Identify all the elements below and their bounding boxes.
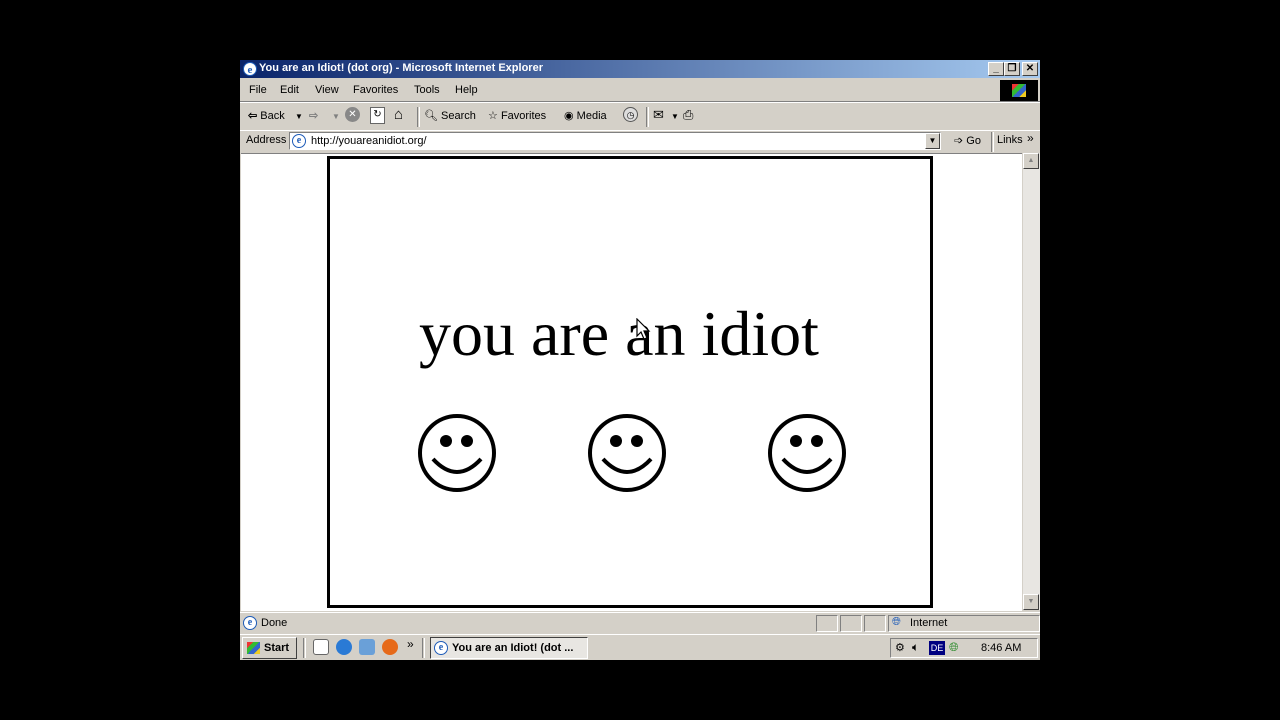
home-icon[interactable]: ⌂ — [394, 106, 403, 123]
toolbar-separator — [646, 107, 649, 127]
smiley-face-icon — [418, 414, 496, 492]
status-panel — [864, 615, 886, 632]
volume-icon[interactable]: 🔈︎ — [912, 640, 919, 655]
zone-text: Internet — [910, 617, 948, 629]
quicklaunch-chevron-icon[interactable]: » — [407, 637, 414, 651]
history-icon[interactable]: ◷ — [623, 107, 638, 122]
status-bar: e Done 🌐︎ Internet — [240, 612, 1040, 633]
go-label: Go — [966, 135, 981, 147]
menu-edit[interactable]: Edit — [280, 84, 299, 96]
menu-tools[interactable]: Tools — [414, 84, 440, 96]
status-panel — [840, 615, 862, 632]
mail-dropdown-icon[interactable]: ▼ — [671, 112, 679, 121]
restore-button[interactable]: ❐ — [1004, 62, 1020, 76]
outlook-express-icon[interactable] — [359, 639, 375, 655]
firefox-icon[interactable] — [382, 639, 398, 655]
address-dropdown-icon[interactable]: ▼ — [925, 133, 940, 149]
address-url[interactable]: http://youareanidiot.org/ — [311, 135, 427, 147]
go-button[interactable]: ➩ Go — [954, 134, 981, 147]
page-icon: e — [292, 134, 306, 148]
idiot-frame[interactable]: you are an idiot — [327, 156, 933, 608]
stop-icon[interactable]: ✕ — [345, 107, 360, 122]
menu-view[interactable]: View — [315, 84, 339, 96]
windows-flag-icon — [1012, 84, 1026, 97]
minimize-button[interactable]: _ — [988, 62, 1004, 76]
zone-panel: 🌐︎ Internet — [888, 615, 1040, 632]
menu-help[interactable]: Help — [455, 84, 478, 96]
address-bar: Address e http://youareanidiot.org/ ▼ ➩ … — [240, 130, 1040, 153]
toolbar-separator — [991, 132, 994, 152]
back-dropdown-icon[interactable]: ▼ — [295, 112, 303, 121]
internet-explorer-icon[interactable] — [336, 639, 352, 655]
favorites-star-icon: ☆ — [488, 110, 498, 122]
print-icon[interactable]: ⎙ — [683, 107, 693, 123]
status-panel — [816, 615, 838, 632]
close-button[interactable]: ✕ — [1022, 62, 1038, 76]
system-tray: ⚙ 🔈︎ DE 🌐︎ 8:46 AM — [890, 638, 1038, 658]
media-button[interactable]: ◉ Media — [564, 109, 607, 122]
menu-file[interactable]: File — [249, 84, 267, 96]
favorites-button[interactable]: ☆ Favorites — [488, 109, 546, 122]
taskbar: Start » e You are an Idiot! (dot ... ⚙ 🔈… — [240, 634, 1040, 660]
screen: e You are an Idiot! (dot org) - Microsof… — [240, 60, 1040, 660]
search-label: Search — [441, 110, 476, 122]
toolbar-separator — [417, 107, 420, 127]
media-icon: ◉ — [564, 110, 574, 122]
network-icon[interactable]: ⚙ — [895, 641, 905, 654]
page-content: you are an idiot — [241, 153, 1022, 611]
search-button[interactable]: 🔍︎ Search — [424, 109, 476, 122]
status-page-icon: e — [243, 616, 257, 630]
scroll-down-icon[interactable]: ▼ — [1023, 594, 1039, 610]
address-label: Address — [246, 134, 287, 146]
start-button[interactable]: Start — [242, 637, 297, 659]
links-chevron-icon[interactable]: » — [1027, 131, 1034, 145]
windows-logo-throbber — [1000, 80, 1038, 101]
search-icon: 🔍︎ — [424, 110, 438, 122]
language-indicator[interactable]: DE — [929, 641, 945, 655]
vertical-scrollbar[interactable]: ▲ ▼ — [1022, 153, 1040, 610]
smiley-face-icon — [588, 414, 666, 492]
media-label: Media — [576, 110, 607, 122]
back-arrow-icon: ⇦ — [248, 110, 258, 122]
title-bar[interactable]: e You are an Idiot! (dot org) - Microsof… — [240, 60, 1040, 78]
taskbar-separator — [422, 638, 425, 658]
scroll-up-icon[interactable]: ▲ — [1023, 153, 1039, 169]
window-title: You are an Idiot! (dot org) - Microsoft … — [259, 62, 543, 74]
menu-bar: File Edit View Favorites Tools Help — [240, 79, 1040, 102]
standard-toolbar: ⇦ Back ▼ ⇨ ▼ ✕ ↻ ⌂ 🔍︎ Search ☆ Favorites… — [240, 102, 1040, 131]
smiley-face-icon — [768, 414, 846, 492]
forward-dropdown-icon[interactable]: ▼ — [332, 112, 340, 121]
go-arrow-icon: ➩ — [954, 135, 964, 147]
menu-favorites[interactable]: Favorites — [353, 84, 398, 96]
mail-icon[interactable]: ✉ — [653, 107, 664, 123]
clock[interactable]: 8:46 AM — [981, 642, 1021, 654]
back-button[interactable]: ⇦ Back — [248, 109, 285, 122]
ie-window-icon[interactable]: e — [243, 62, 257, 76]
taskbar-ie-window-button[interactable]: e You are an Idiot! (dot ... — [430, 637, 588, 659]
taskbar-separator — [303, 638, 306, 658]
connection-globe-icon[interactable]: 🌐︎ — [949, 640, 959, 655]
refresh-icon[interactable]: ↻ — [370, 107, 385, 124]
status-text: Done — [261, 617, 288, 629]
internet-globe-icon: 🌐︎ — [892, 616, 901, 628]
task-label: You are an Idiot! (dot ... — [452, 642, 574, 654]
back-label: Back — [260, 110, 285, 122]
windows-flag-icon — [247, 642, 260, 654]
show-desktop-icon[interactable] — [313, 639, 329, 655]
favorites-label: Favorites — [500, 110, 547, 122]
mouse-pointer-icon — [636, 318, 651, 340]
start-label: Start — [264, 642, 290, 654]
links-button[interactable]: Links — [997, 134, 1023, 146]
ie-task-icon: e — [434, 641, 448, 655]
forward-button[interactable]: ⇨ — [309, 109, 318, 122]
address-field[interactable]: e http://youareanidiot.org/ ▼ — [289, 132, 941, 150]
